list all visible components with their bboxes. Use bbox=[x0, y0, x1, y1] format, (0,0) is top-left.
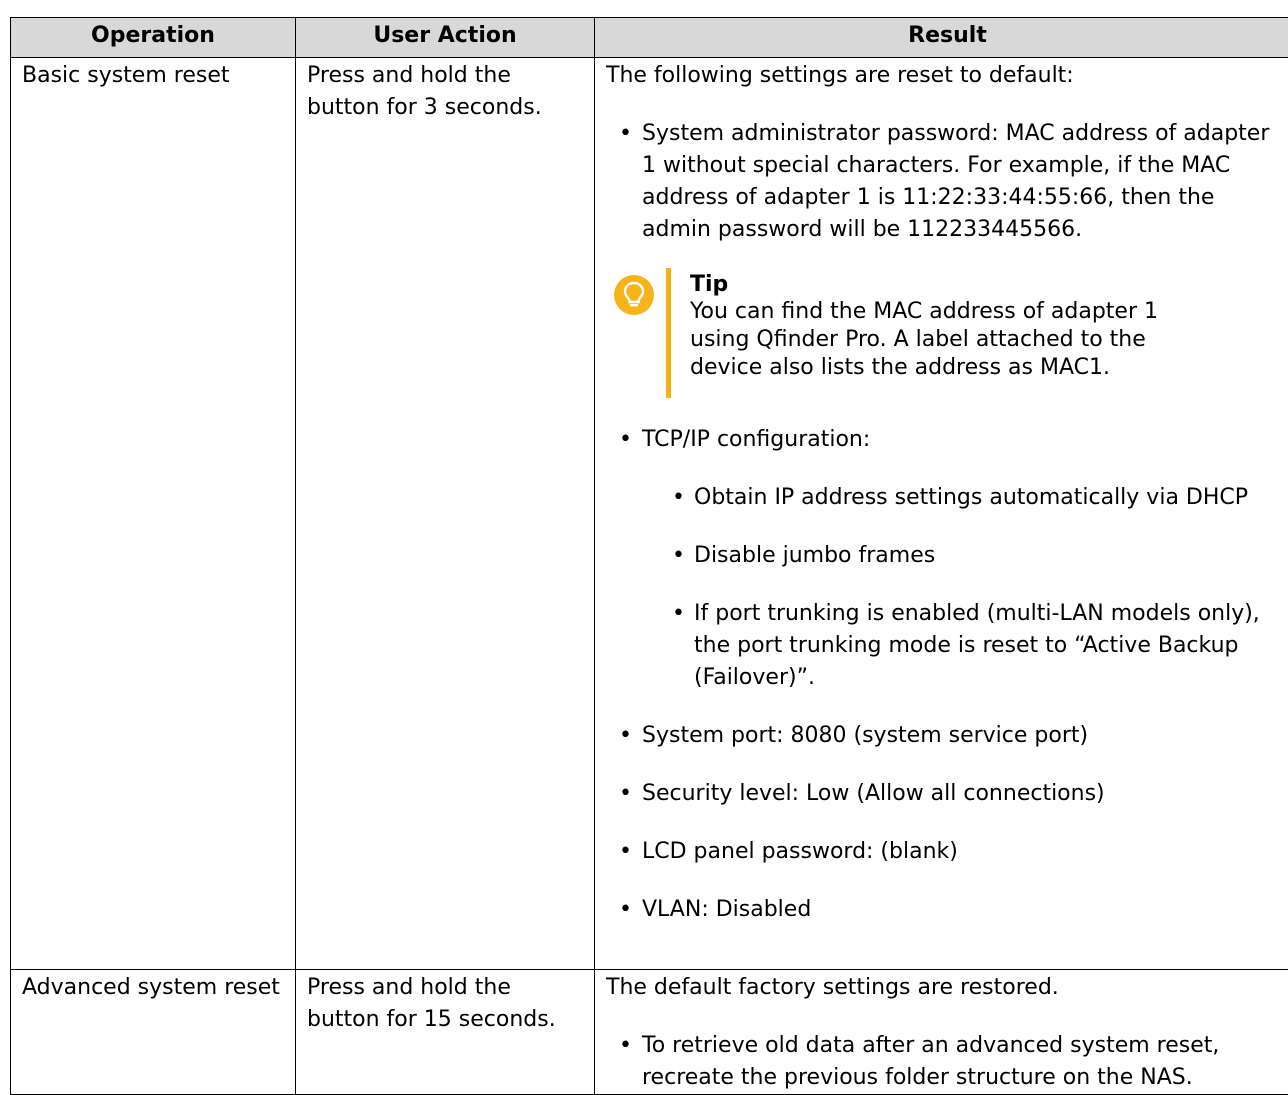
user-action-cell: Press and hold the button for 15 seconds… bbox=[296, 970, 595, 1095]
list-item-jumbo-frames: Disable jumbo frames bbox=[694, 540, 1288, 572]
tip-title: Tip bbox=[690, 268, 1288, 298]
operation-name: Basic system reset bbox=[22, 60, 285, 92]
list-item-lcd-password: LCD panel password: (blank) bbox=[606, 836, 1288, 868]
user-action-text: Press and hold the button for 15 seconds… bbox=[307, 972, 584, 1036]
list-item-vlan: VLAN: Disabled bbox=[606, 894, 1288, 926]
reset-operations-table: Operation User Action Result Basic syste… bbox=[10, 17, 1288, 1095]
operation-cell: Basic system reset bbox=[11, 58, 296, 970]
result-bullet-list: To retrieve old data after an advanced s… bbox=[606, 1030, 1288, 1094]
result-intro: The following settings are reset to defa… bbox=[606, 60, 1288, 92]
result-bullet-list: System administrator password: MAC addre… bbox=[606, 118, 1288, 246]
user-action-cell: Press and hold the button for 3 seconds. bbox=[296, 58, 595, 970]
list-item-retrieve-data: To retrieve old data after an advanced s… bbox=[606, 1030, 1288, 1094]
header-result: Result bbox=[595, 18, 1288, 58]
header-operation: Operation bbox=[11, 18, 296, 58]
lightbulb-icon bbox=[614, 275, 654, 315]
table-header-row: Operation User Action Result bbox=[11, 18, 1288, 58]
list-item-system-port: System port: 8080 (system service port) bbox=[606, 720, 1288, 752]
operation-name: Advanced system reset bbox=[22, 972, 285, 1004]
table-row-basic-reset: Basic system reset Press and hold the bu… bbox=[11, 58, 1288, 970]
list-item-port-trunking: If port trunking is enabled (multi-LAN m… bbox=[694, 598, 1288, 694]
tip-callout: Tip You can find the MAC address of adap… bbox=[614, 268, 1288, 398]
tip-accent-bar bbox=[666, 268, 671, 398]
list-item-security-level: Security level: Low (Allow all connectio… bbox=[606, 778, 1288, 810]
admin-password-text: System administrator password: MAC addre… bbox=[642, 121, 1269, 242]
list-item-admin-password: System administrator password: MAC addre… bbox=[606, 118, 1288, 246]
tcpip-sub-list: Obtain IP address settings automatically… bbox=[642, 482, 1288, 694]
table-row-advanced-reset: Advanced system reset Press and hold the… bbox=[11, 970, 1288, 1095]
user-action-text: Press and hold the button for 3 seconds. bbox=[307, 60, 584, 124]
result-cell: The default factory settings are restore… bbox=[595, 970, 1288, 1095]
result-bullet-list-continued: TCP/IP configuration: Obtain IP address … bbox=[606, 424, 1288, 926]
result-cell: The following settings are reset to defa… bbox=[595, 58, 1288, 970]
list-item-tcpip: TCP/IP configuration: Obtain IP address … bbox=[606, 424, 1288, 694]
tcpip-text: TCP/IP configuration: bbox=[642, 427, 870, 452]
header-user-action: User Action bbox=[296, 18, 595, 58]
tip-body: You can find the MAC address of adapter … bbox=[690, 298, 1190, 382]
operation-cell: Advanced system reset bbox=[11, 970, 296, 1095]
list-item-dhcp: Obtain IP address settings automatically… bbox=[694, 482, 1288, 514]
result-intro: The default factory settings are restore… bbox=[606, 972, 1288, 1004]
